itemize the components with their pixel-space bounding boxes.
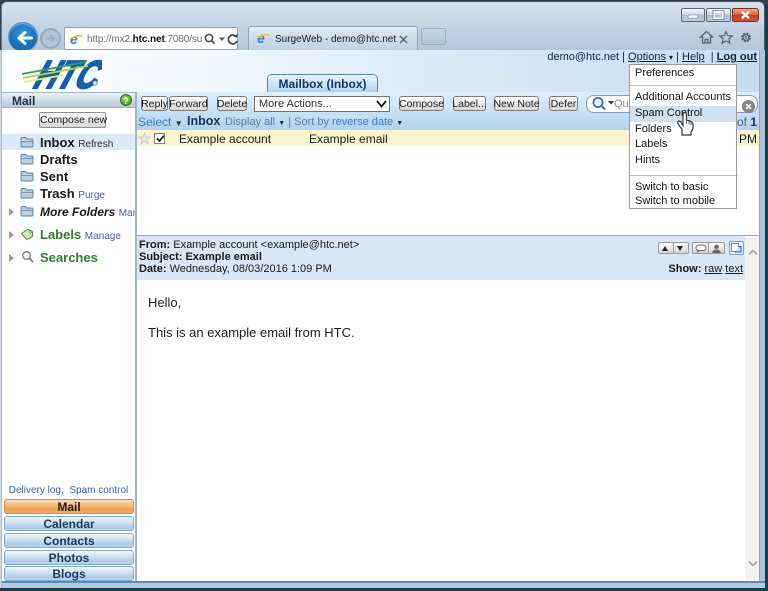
svg-text:e: e (257, 32, 265, 45)
svg-text:e: e (70, 33, 78, 46)
svg-text:HTC: HTC (27, 54, 102, 92)
